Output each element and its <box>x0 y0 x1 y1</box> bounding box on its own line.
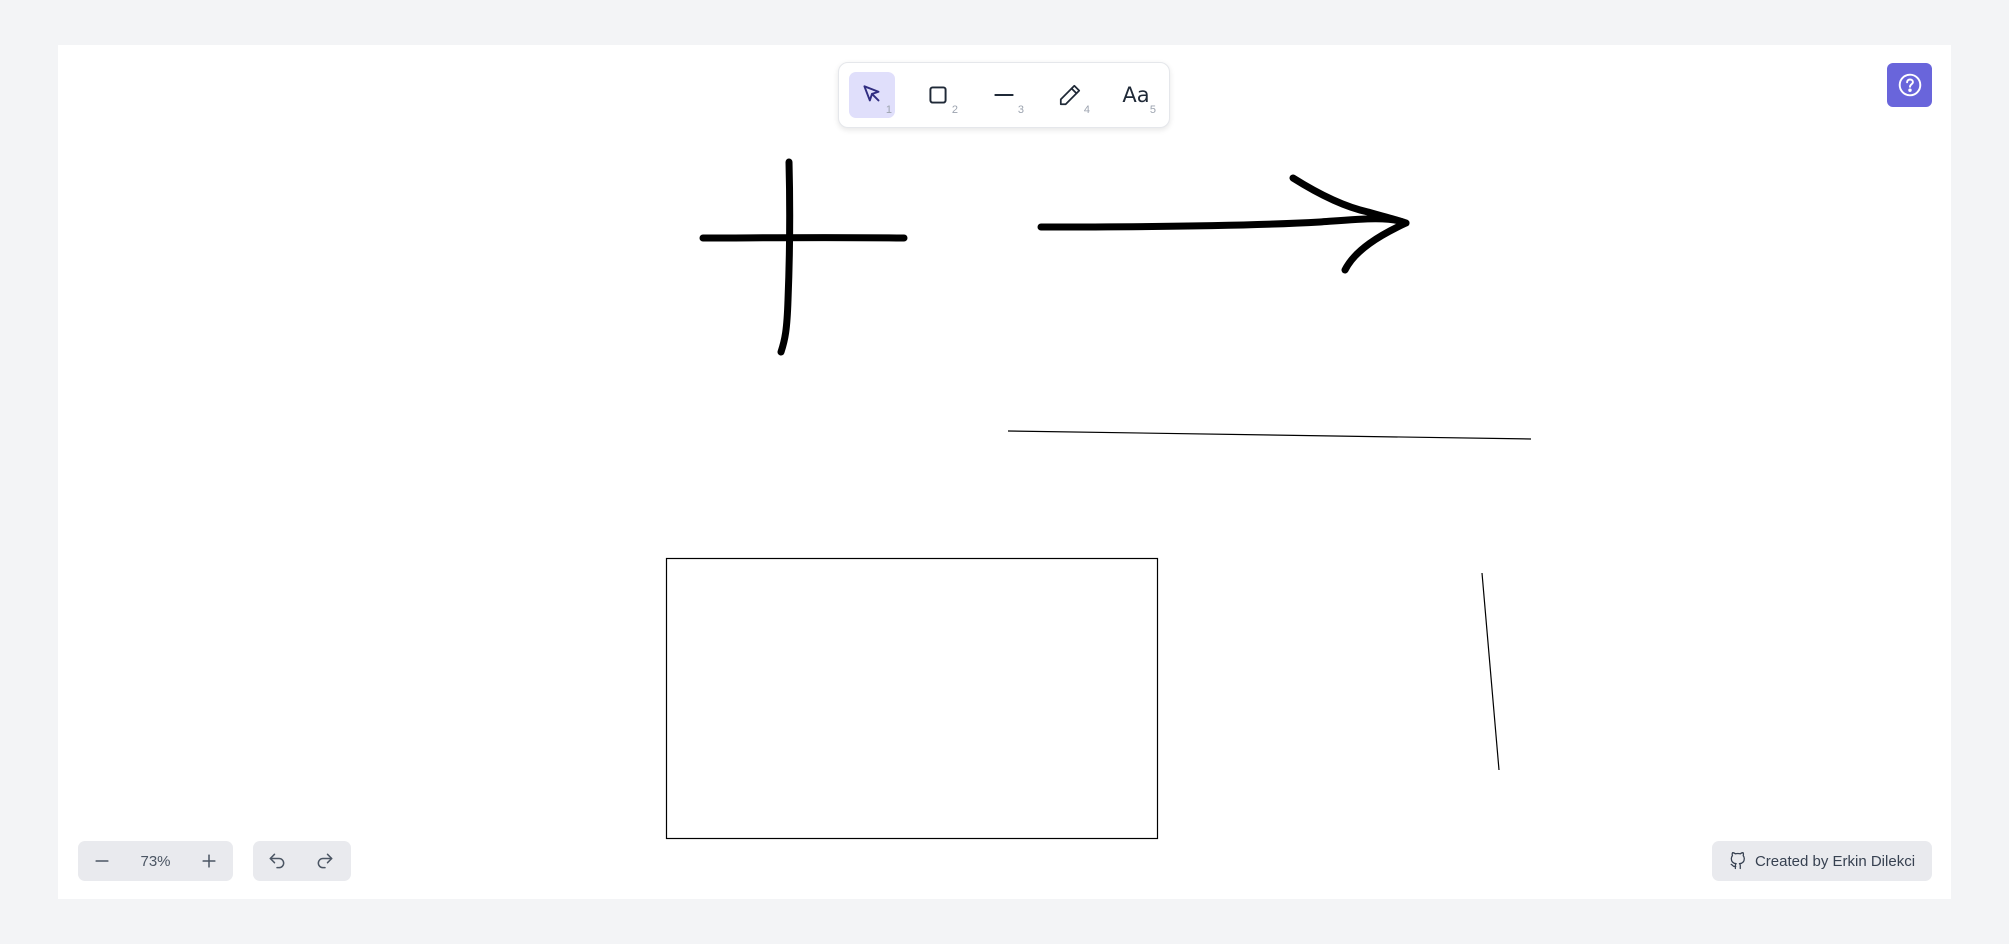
select-tool-button[interactable]: 1 <box>849 72 895 118</box>
slanted-line[interactable] <box>1481 572 1500 771</box>
tool-shortcut: 4 <box>1083 104 1090 116</box>
plus-icon <box>202 854 216 868</box>
rectangle-tool-button[interactable]: 2 <box>915 72 961 118</box>
zoom-out-button[interactable] <box>78 841 126 881</box>
undo-button[interactable] <box>253 841 301 881</box>
undo-icon <box>269 853 285 869</box>
pencil-tool-button[interactable]: 4 <box>1047 72 1093 118</box>
history-controls <box>253 841 351 881</box>
pencil-icon <box>1059 84 1081 106</box>
arrow-head-upper <box>1289 174 1410 227</box>
redo-button[interactable] <box>301 841 349 881</box>
tool-shortcut: 2 <box>951 104 958 116</box>
rectangle-shape[interactable] <box>665 557 1159 840</box>
cursor-icon <box>863 85 880 102</box>
redo-icon <box>317 853 333 869</box>
arrow-shaft <box>1037 215 1409 231</box>
credit-label: Created by Erkin Dilekci <box>1754 852 1916 870</box>
horizontal-line[interactable] <box>1007 430 1532 440</box>
rectangle-icon <box>929 86 947 104</box>
github-credit-link[interactable]: Created by Erkin Dilekci <box>1712 841 1932 881</box>
arrow-head-lower <box>1341 219 1410 274</box>
question-circle-icon <box>1898 73 1921 97</box>
tool-shortcut: 1 <box>885 104 892 116</box>
zoom-controls: 73% <box>78 841 233 881</box>
text-tool-button[interactable]: Aa 5 <box>1113 72 1159 118</box>
tool-bar: 1 2 3 4 Aa 5 <box>838 62 1170 128</box>
help-button[interactable] <box>1887 63 1932 107</box>
line-icon <box>994 94 1014 96</box>
text-icon: Aa <box>1122 83 1150 107</box>
github-icon <box>1730 852 1745 870</box>
canvas-drawings <box>665 158 1532 840</box>
tool-shortcut: 3 <box>1017 104 1024 116</box>
minus-icon <box>95 860 109 862</box>
zoom-level[interactable]: 73% <box>126 853 185 870</box>
freehand-plus[interactable] <box>699 158 908 356</box>
plus-vertical-stroke <box>777 158 794 356</box>
tool-shortcut: 5 <box>1149 104 1156 116</box>
zoom-in-button[interactable] <box>185 841 233 881</box>
freehand-arrow[interactable] <box>1037 174 1410 274</box>
line-tool-button[interactable]: 3 <box>981 72 1027 118</box>
